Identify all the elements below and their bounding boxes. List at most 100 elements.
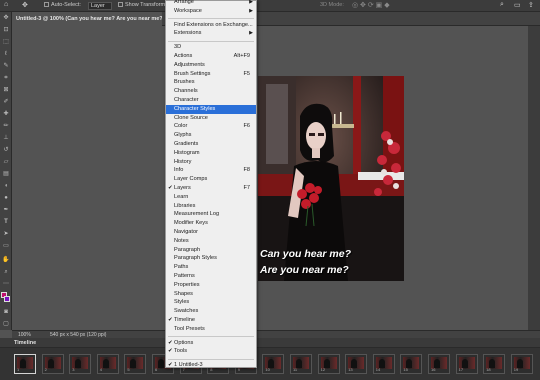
screen-mode-icon[interactable]: ▢ [2, 320, 10, 328]
menu-item-learn[interactable]: Learn [166, 193, 256, 202]
timeline-frame[interactable]: 1 [14, 354, 36, 374]
3d-orbit-icon[interactable]: ◎ ✥ ⟳ ▣ ◆ [352, 1, 390, 9]
timeline-frame[interactable]: 4 [96, 354, 119, 374]
more-tools-icon[interactable]: ⋯ [2, 280, 10, 288]
timeline-frame[interactable]: 10 [262, 354, 285, 374]
menu-item-histogram[interactable]: Histogram [166, 149, 256, 158]
crop-tool-icon[interactable]: ⌗ [2, 74, 10, 82]
timeline-frame[interactable]: 14 [372, 354, 395, 374]
menu-item-label: Swatches [174, 308, 199, 315]
timeline-frame[interactable]: 15 [400, 354, 423, 374]
timeline-frame[interactable]: 18 [483, 354, 506, 374]
workspace-icon[interactable]: ▭ [514, 1, 521, 9]
menu-item-modifier-keys[interactable]: Modifier Keys [166, 219, 256, 228]
hand-tool-icon[interactable]: ✋ [2, 256, 10, 264]
menu-item-workspace[interactable]: Workspace ▶ [166, 7, 256, 16]
timeline-frame[interactable]: 17 [455, 354, 478, 374]
type-tool-icon[interactable]: T [2, 218, 10, 226]
home-icon[interactable]: ⌂ [4, 1, 8, 8]
menu-item-arrange[interactable]: Arrange ▶ [166, 0, 256, 7]
history-brush-tool-icon[interactable]: ↺ [2, 146, 10, 154]
timeline-frame[interactable]: 2 [41, 354, 64, 374]
menu-item-gradients[interactable]: Gradients [166, 140, 256, 149]
menu-item-measurement-log[interactable]: Measurement Log [166, 210, 256, 219]
path-select-tool-icon[interactable]: ➤ [2, 230, 10, 238]
menu-item-tool-presets[interactable]: Tool Presets [166, 325, 256, 334]
quick-mask-icon[interactable]: ◙ [2, 308, 10, 316]
pen-tool-icon[interactable]: ✒ [2, 206, 10, 214]
menu-item-label: Character Styles [174, 105, 216, 112]
dodge-tool-icon[interactable]: ● [2, 194, 10, 202]
search-icon[interactable]: ⌕ [500, 1, 504, 9]
menu-item-label: Libraries [174, 202, 196, 209]
share-icon[interactable]: ⇪ [528, 1, 534, 9]
menu-item-history[interactable]: History [166, 158, 256, 167]
menu-item-tools[interactable]: Tools ✔ [166, 347, 256, 356]
stamp-tool-icon[interactable]: ⊥ [2, 134, 10, 142]
menu-shortcut: Alt+F9 [233, 53, 250, 59]
background-color-swatch[interactable] [4, 296, 10, 302]
menu-item-1-untitled-3[interactable]: 1 Untitled-3 ✔ [166, 361, 256, 370]
menu-item-adjustments[interactable]: Adjustments [166, 61, 256, 70]
menu-item-3d[interactable]: 3D [166, 43, 256, 52]
menu-item-timeline[interactable]: Timeline ✔ [166, 316, 256, 325]
quick-select-tool-icon[interactable]: ✎ [2, 62, 10, 70]
document-tab[interactable]: Untitled-3 @ 100% (Can you hear me? Are … [12, 12, 162, 26]
gradient-tool-icon[interactable]: ▤ [2, 170, 10, 178]
timeline-frame[interactable]: 11 [290, 354, 312, 374]
menu-item-info[interactable]: Info F8 [166, 166, 256, 175]
menu-item-styles[interactable]: Styles [166, 298, 256, 307]
menu-item-swatches[interactable]: Swatches [166, 307, 256, 316]
menu-item-shapes[interactable]: Shapes [166, 290, 256, 299]
eraser-tool-icon[interactable]: ▱ [2, 158, 10, 166]
menu-item-label: Actions [174, 53, 193, 59]
auto-select-checkbox[interactable]: Auto-Select: [44, 2, 81, 8]
menu-item-patterns[interactable]: Patterns [166, 272, 256, 281]
menu-item-paths[interactable]: Paths [166, 263, 256, 272]
menu-item-clone-source[interactable]: Clone Source [166, 114, 256, 123]
menu-item-color[interactable]: Color F6 [166, 122, 256, 131]
timeline-frame[interactable]: 16 [428, 354, 450, 374]
menu-item-notes[interactable]: Notes [166, 237, 256, 246]
menu-item-character-styles[interactable]: Character Styles [166, 104, 256, 114]
timeline-frame[interactable]: 3 [69, 354, 92, 374]
move-tool-icon[interactable]: ✥ [2, 14, 10, 22]
artboard-tool-icon[interactable]: ⊡ [2, 26, 10, 34]
menu-item-paragraph-styles[interactable]: Paragraph Styles [166, 254, 256, 263]
brush-tool-icon[interactable]: ✏ [2, 122, 10, 130]
timeline-frame[interactable]: 12 [317, 354, 340, 374]
lasso-tool-icon[interactable]: ℓ [2, 50, 10, 58]
marquee-tool-icon[interactable]: ⬚ [2, 38, 10, 46]
show-transform-checkbox[interactable]: Show Transform [118, 2, 165, 8]
menu-item-layer-comps[interactable]: Layer Comps [166, 175, 256, 184]
move-tool-icon[interactable]: ✥ [22, 1, 28, 9]
menu-item-find-extensions-on-exchange[interactable]: Find Extensions on Exchange... [166, 21, 256, 30]
menu-item-extensions[interactable]: Extensions ▶ [166, 29, 256, 38]
rectangle-tool-icon[interactable]: ▭ [2, 242, 10, 250]
checkmark-icon: ✔ [168, 339, 173, 346]
menu-item-options[interactable]: Options ✔ [166, 339, 256, 348]
menu-item-paragraph[interactable]: Paragraph [166, 246, 256, 255]
auto-select-dropdown[interactable]: Layer [88, 2, 112, 10]
healing-tool-icon[interactable]: ✚ [2, 110, 10, 118]
menu-item-glyphs[interactable]: Glyphs [166, 131, 256, 140]
menu-item-brush-settings[interactable]: Brush Settings F5 [166, 70, 256, 79]
menu-item-properties[interactable]: Properties [166, 281, 256, 290]
blur-tool-icon[interactable]: ◖ [2, 182, 10, 190]
menu-item-actions[interactable]: Actions Alt+F9 [166, 52, 256, 61]
eyedropper-tool-icon[interactable]: ✐ [2, 98, 10, 106]
menu-item-navigator[interactable]: Navigator [166, 228, 256, 237]
zoom-tool-icon[interactable]: ⌕ [2, 268, 10, 276]
menu-item-character[interactable]: Character [166, 96, 256, 105]
timeline-frame[interactable]: 13 [345, 354, 368, 374]
timeline-frame[interactable]: 5 [124, 354, 147, 374]
document-canvas[interactable]: Can you hear me? Are you near me? [258, 76, 404, 281]
frame-tool-icon[interactable]: ⊠ [2, 86, 10, 94]
menu-item-layers[interactable]: Layers ✔ F7 [166, 184, 256, 193]
menu-item-label: Navigator [174, 229, 198, 235]
menu-item-libraries[interactable]: Libraries [166, 202, 256, 211]
menu-item-channels[interactable]: Channels [166, 87, 256, 96]
timeline-frame[interactable]: 19 [510, 354, 533, 374]
frame-number: 11 [293, 367, 298, 372]
menu-item-brushes[interactable]: Brushes [166, 78, 256, 87]
